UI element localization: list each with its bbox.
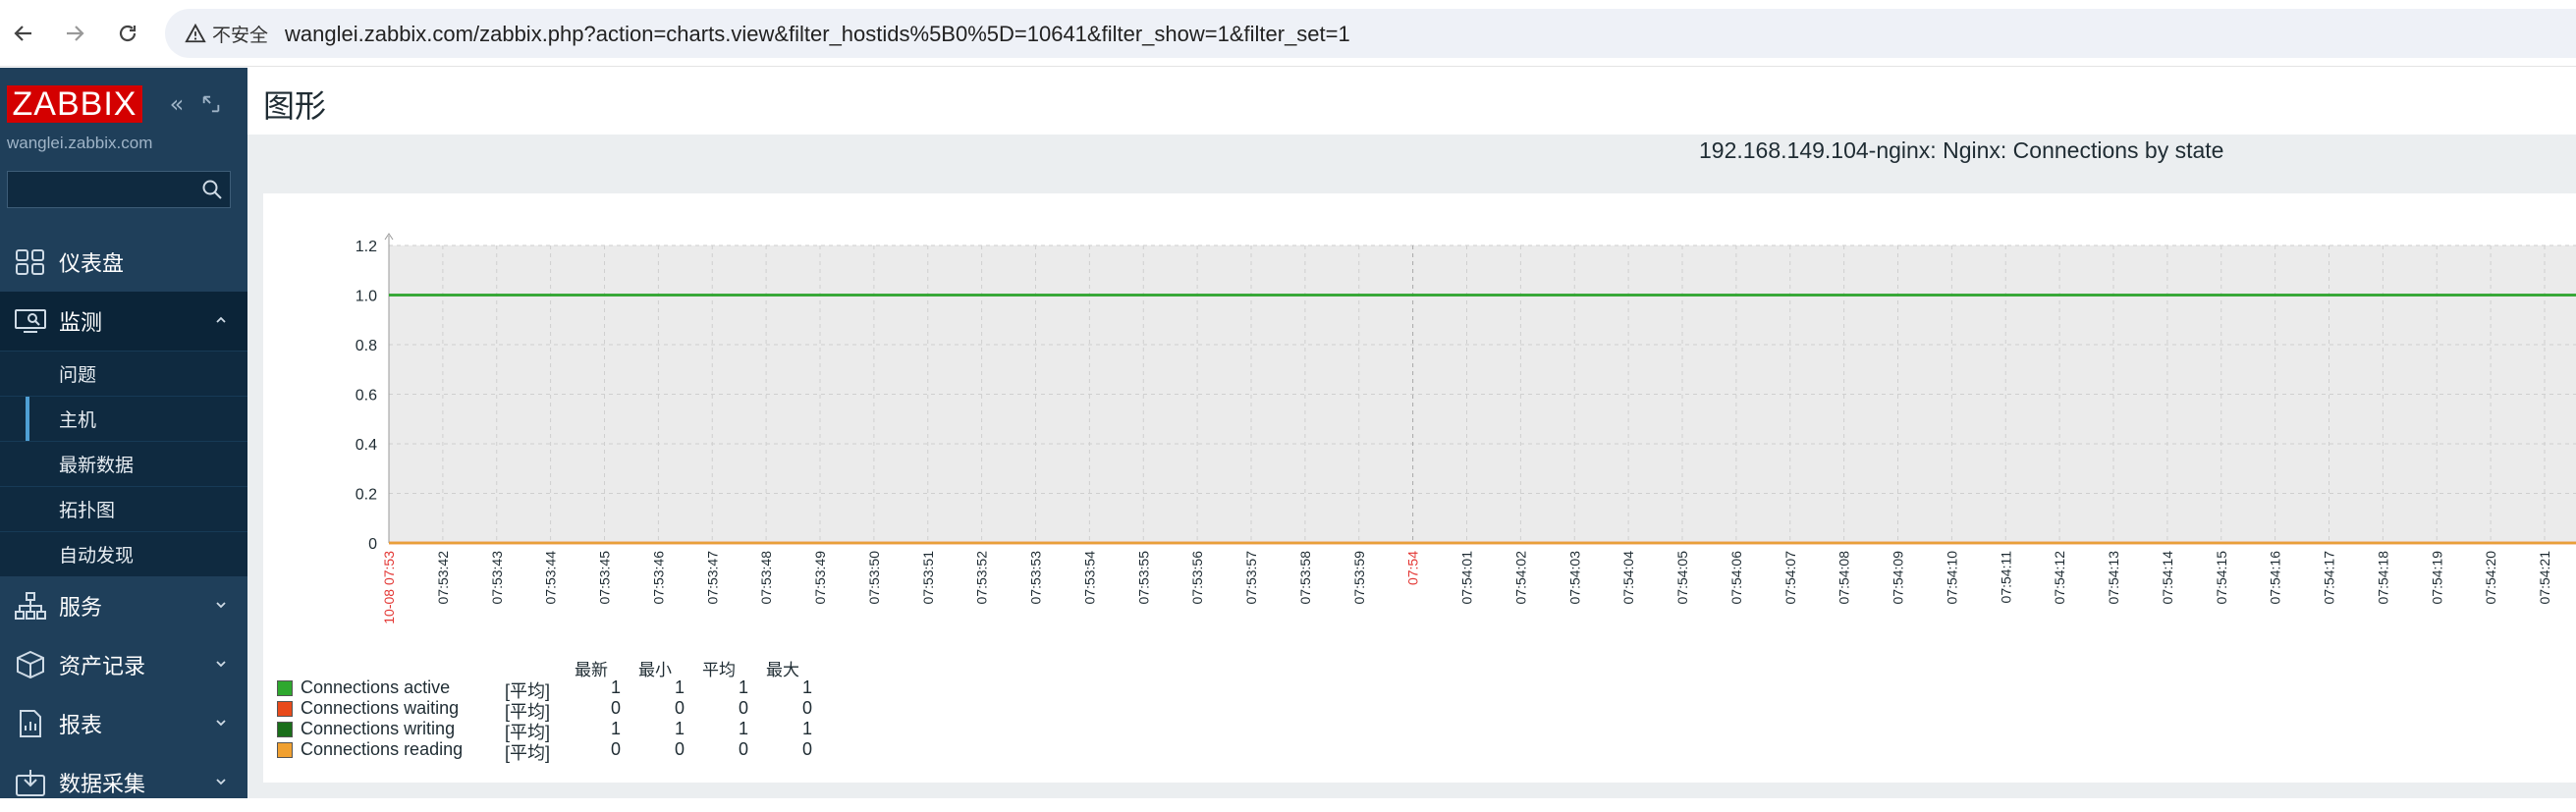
x-tick-label: 07:54:14	[2160, 551, 2175, 605]
legend-value: 1	[610, 719, 621, 738]
x-tick-label: 07:53:46	[650, 551, 666, 605]
legend-swatch	[277, 701, 293, 717]
x-tick-label: 07:54:09	[1891, 551, 1906, 605]
legend-value: 0	[674, 698, 685, 718]
legend-value: 0	[674, 739, 685, 759]
legend-value: 0	[738, 698, 748, 718]
legend-function: [平均]	[505, 743, 551, 763]
x-tick-label: 07:53:59	[1351, 551, 1367, 605]
x-tick-label: 07:54:15	[2214, 551, 2229, 605]
y-tick-label: 1.0	[356, 289, 377, 305]
x-tick-label: 07:54:16	[2268, 551, 2283, 605]
legend-swatch	[277, 680, 293, 696]
legend-item: Connections waiting [平均] 0 0 0 0	[277, 698, 827, 722]
x-tick-label: 07:54:18	[2375, 551, 2390, 605]
x-tick-label: 10-08 07:53	[381, 551, 397, 624]
x-tick-label: 07:54:07	[1782, 551, 1798, 605]
x-tick-label: 07:53:42	[435, 551, 451, 605]
legend-value: 1	[801, 719, 812, 738]
x-tick-label: 07:54:02	[1512, 551, 1528, 605]
x-tick-label: 07:54:05	[1674, 551, 1690, 605]
legend-item: Connections reading [平均] 0 0 0 0	[277, 739, 827, 763]
x-tick-label: 07:53:50	[866, 551, 882, 605]
y-tick-label: 0.4	[356, 437, 377, 454]
x-tick-label: 07:53:48	[758, 551, 774, 605]
y-tick-label: 1.2	[356, 239, 377, 255]
y-tick-label: 0.2	[356, 487, 377, 504]
x-tick-label: 07:53:55	[1135, 551, 1151, 605]
legend-value: 0	[610, 698, 621, 718]
x-tick-label: 07:54	[1405, 551, 1421, 585]
x-tick-label: 07:53:54	[1081, 551, 1097, 605]
legend-item: Connections writing [平均] 1 1 1 1	[277, 719, 827, 742]
legend-value: 1	[674, 677, 685, 697]
y-tick-label: 0.8	[356, 338, 377, 354]
x-tick-label: 07:53:56	[1189, 551, 1205, 605]
legend-series-name: Connections active	[301, 677, 451, 697]
x-tick-label: 07:53:58	[1297, 551, 1313, 605]
x-tick-label: 07:54:20	[2483, 551, 2498, 605]
legend-value: 0	[801, 698, 812, 718]
legend-swatch	[277, 722, 293, 737]
x-tick-label: 07:53:45	[597, 551, 613, 605]
x-tick-label: 07:53:44	[543, 551, 559, 605]
legend-value: 1	[738, 719, 748, 738]
legend-series-name: Connections reading	[301, 739, 464, 759]
x-tick-label: 07:54:06	[1728, 551, 1744, 605]
legend-value: 1	[674, 719, 685, 738]
x-tick-label: 07:54:21	[2537, 551, 2552, 605]
y-tick-label: 0	[368, 536, 377, 553]
x-tick-label: 07:54:08	[1836, 551, 1852, 605]
x-tick-label: 07:53:43	[489, 551, 505, 605]
x-tick-label: 07:54:03	[1566, 551, 1582, 605]
legend-value: 0	[738, 739, 748, 759]
x-tick-label: 07:53:53	[1028, 551, 1044, 605]
legend-series-name: Connections writing	[301, 719, 456, 738]
legend-value: 0	[801, 739, 812, 759]
x-tick-label: 07:54:12	[2052, 551, 2067, 605]
legend-value: 1	[610, 677, 621, 697]
legend-value: 1	[801, 677, 812, 697]
legend-series-name: Connections waiting	[301, 698, 460, 718]
x-tick-label: 07:53:57	[1243, 551, 1259, 605]
x-tick-label: 07:53:47	[704, 551, 720, 605]
x-tick-label: 07:54:04	[1620, 551, 1636, 605]
x-tick-label: 07:54:17	[2322, 551, 2337, 605]
x-tick-label: 07:54:19	[2429, 551, 2444, 605]
x-tick-label: 07:54:13	[2106, 551, 2121, 605]
legend-value: 0	[610, 739, 621, 759]
x-tick-label: 07:53:49	[812, 551, 828, 605]
x-tick-label: 07:53:51	[920, 551, 936, 605]
y-tick-label: 0.6	[356, 388, 377, 405]
x-tick-label: 07:54:11	[1998, 551, 2013, 604]
legend-value: 1	[738, 677, 748, 697]
x-tick-label: 07:54:10	[1944, 551, 1959, 605]
legend-swatch	[277, 742, 293, 758]
x-tick-label: 07:53:52	[974, 551, 990, 605]
x-tick-label: 07:54:01	[1459, 551, 1475, 605]
legend-item: Connections active [平均] 1 1 1 1	[277, 677, 827, 701]
